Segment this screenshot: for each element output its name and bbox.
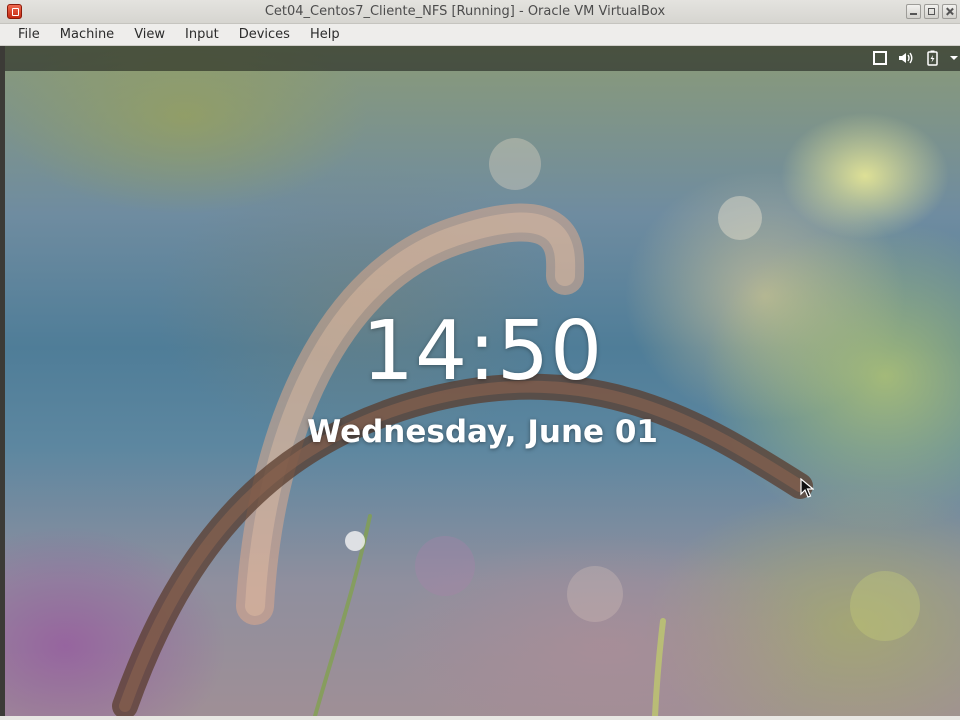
battery-icon[interactable] xyxy=(924,50,940,66)
maximize-button[interactable] xyxy=(924,4,939,19)
menu-help[interactable]: Help xyxy=(300,24,350,46)
menu-bar: File Machine View Input Devices Help xyxy=(0,24,960,46)
minimize-button[interactable] xyxy=(906,4,921,19)
panel-status-area[interactable] xyxy=(872,50,958,66)
volume-icon[interactable] xyxy=(898,50,914,66)
top-panel xyxy=(5,46,960,71)
window-bottom-border xyxy=(0,716,960,720)
lockscreen-date: Wednesday, June 01 xyxy=(306,414,658,450)
dropdown-arrow-icon[interactable] xyxy=(950,50,958,66)
mouse-pointer-icon xyxy=(800,478,814,498)
menu-machine[interactable]: Machine xyxy=(50,24,124,46)
vm-display[interactable]: 14:50 Wednesday, June 01 xyxy=(5,46,960,716)
lockscreen-clock: 14:50 xyxy=(361,304,604,399)
menu-file[interactable]: File xyxy=(8,24,50,46)
window-title: Cet04_Centos7_Cliente_NFS [Running] - Or… xyxy=(264,4,666,19)
menu-input[interactable]: Input xyxy=(175,24,229,46)
close-button[interactable] xyxy=(942,4,957,19)
window-controls xyxy=(906,4,957,19)
screen-icon[interactable] xyxy=(872,50,888,66)
window-titlebar[interactable]: Cet04_Centos7_Cliente_NFS [Running] - Or… xyxy=(0,0,960,24)
menu-devices[interactable]: Devices xyxy=(229,24,300,46)
menu-view[interactable]: View xyxy=(124,24,175,46)
